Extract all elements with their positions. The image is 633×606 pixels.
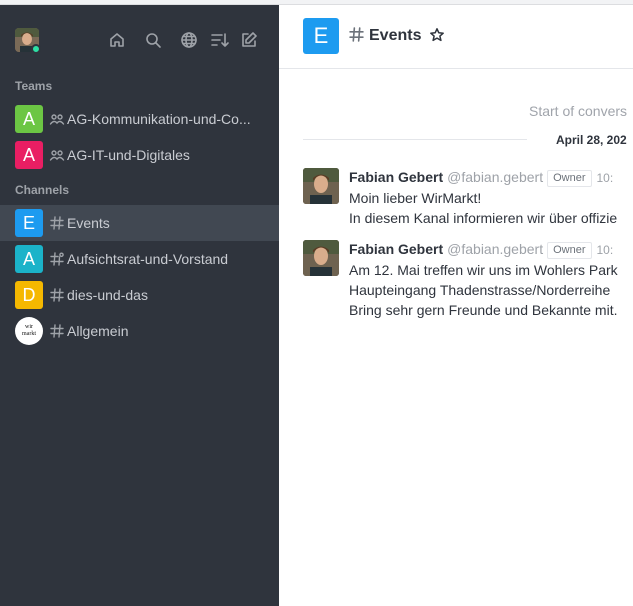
globe-icon[interactable]	[179, 30, 199, 50]
sidebar-item-dies-und-das[interactable]: D dies-und-das	[0, 277, 279, 313]
room-title[interactable]: Events	[369, 27, 421, 45]
sidebar-item-label: Events	[67, 215, 110, 231]
message-author[interactable]: Fabian Gebert	[349, 169, 443, 185]
message-text-line: In diesem Kanal informieren wir über off…	[349, 210, 618, 226]
message-text-line: Am 12. Mai treffen wir uns im Wohlers Pa…	[349, 262, 618, 278]
channel-avatar: D	[15, 281, 43, 309]
sidebar-item-aufsichtsrat[interactable]: A Aufsichtsrat-und-Vorstand	[0, 241, 279, 277]
sidebar-item-team-it[interactable]: A AG-IT-und-Digitales	[0, 137, 279, 173]
message-text-line: Moin lieber WirMarkt!	[349, 190, 482, 206]
message-author[interactable]: Fabian Gebert	[349, 241, 443, 257]
hash-icon	[49, 322, 65, 340]
hash-icon	[349, 27, 364, 47]
message-username[interactable]: @fabian.gebert	[447, 169, 543, 185]
message-text-line: Bring sehr gern Freunde und Bekannte mit…	[349, 302, 618, 318]
sidebar-item-label: Aufsichtsrat-und-Vorstand	[67, 251, 229, 267]
hash-icon	[49, 286, 65, 304]
room-avatar: E	[303, 18, 339, 54]
role-badge: Owner	[547, 170, 592, 187]
main-room: E Events Start of convers April 28, 202 …	[279, 5, 633, 606]
message-time: 10:	[596, 171, 614, 185]
message-header: Fabian Gebert @fabian.gebert Owner 10:	[349, 169, 613, 187]
wir-markt-logo: wir markt	[15, 317, 43, 345]
channel-avatar: A	[15, 245, 43, 273]
home-icon[interactable]	[107, 30, 127, 50]
message-username[interactable]: @fabian.gebert	[447, 241, 543, 257]
sidebar: Teams A AG-Kommunikation-und-Co... A AG-…	[0, 5, 279, 606]
message-avatar[interactable]	[303, 168, 339, 204]
online-status-dot	[31, 44, 41, 54]
channel-avatar: E	[15, 209, 43, 237]
user-avatar[interactable]	[15, 28, 41, 54]
team-icon	[49, 110, 65, 128]
sidebar-item-label: Allgemein	[67, 323, 129, 339]
team-icon	[49, 146, 65, 164]
private-hash-icon	[49, 250, 65, 268]
message-time: 10:	[596, 243, 614, 257]
sidebar-item-team-kommunikation[interactable]: A AG-Kommunikation-und-Co...	[0, 101, 279, 137]
date-divider-line	[303, 139, 527, 140]
channels-section-title: Channels	[15, 183, 70, 197]
window-top-bar	[0, 0, 633, 5]
star-icon[interactable]	[429, 27, 445, 48]
team-avatar: A	[15, 105, 43, 133]
teams-section-title: Teams	[15, 79, 53, 93]
conversation-start-text: Start of convers	[529, 103, 628, 119]
team-avatar: A	[15, 141, 43, 169]
sort-icon[interactable]	[210, 30, 230, 50]
edit-icon[interactable]	[239, 30, 259, 50]
sidebar-item-label: AG-IT-und-Digitales	[67, 147, 190, 163]
message-header: Fabian Gebert @fabian.gebert Owner 10:	[349, 241, 613, 259]
sidebar-item-allgemein[interactable]: wir markt Allgemein	[0, 313, 279, 349]
sidebar-header	[0, 5, 279, 69]
sidebar-item-events[interactable]: E Events	[0, 205, 279, 241]
room-header: E Events	[279, 5, 633, 69]
role-badge: Owner	[547, 242, 592, 259]
sidebar-item-label: AG-Kommunikation-und-Co...	[67, 111, 251, 127]
message-text-line: Haupteingang Thadenstrasse/Norderreihe	[349, 282, 611, 298]
search-icon[interactable]	[143, 30, 163, 50]
sidebar-item-label: dies-und-das	[67, 287, 148, 303]
hash-icon	[49, 214, 65, 232]
message-avatar[interactable]	[303, 240, 339, 276]
date-separator: April 28, 202	[556, 133, 627, 147]
